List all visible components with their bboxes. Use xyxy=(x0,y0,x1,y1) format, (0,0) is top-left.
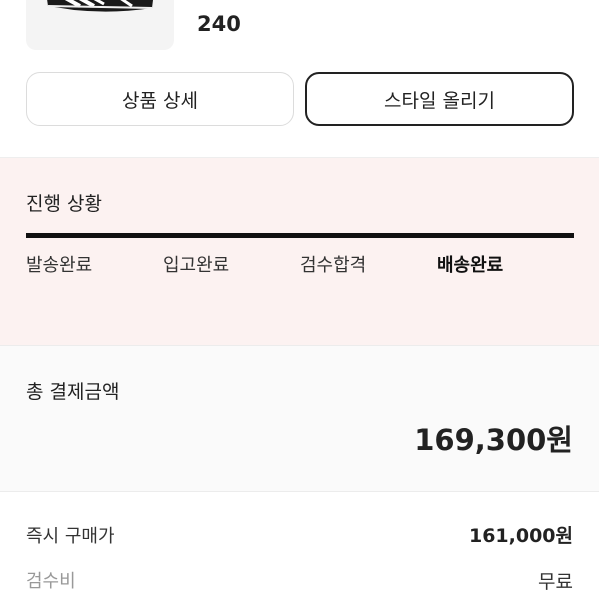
buy-price-label: 즉시 구매가 xyxy=(26,526,115,547)
sneaker-icon xyxy=(47,0,153,12)
product-size: 240 xyxy=(197,12,241,36)
progress-title: 진행 상황 xyxy=(26,193,102,215)
progress-bar xyxy=(26,233,574,238)
total-payment-section: 총 결제금액 169,300원 xyxy=(0,345,599,492)
total-payment-amount: 169,300원 xyxy=(414,423,573,457)
step-shipped: 발송완료 xyxy=(26,255,93,276)
total-payment-label: 총 결제금액 xyxy=(26,381,120,403)
progress-section: 진행 상황 발송완료 입고완료 검수합격 배송완료 xyxy=(0,158,599,345)
product-detail-button[interactable]: 상품 상세 xyxy=(26,72,294,126)
step-inspection-passed: 검수합격 xyxy=(300,255,367,276)
step-received: 입고완료 xyxy=(163,255,230,276)
step-delivered: 배송완료 xyxy=(437,255,504,276)
inspection-fee-value: 무료 xyxy=(538,571,573,593)
buy-price-value: 161,000원 xyxy=(468,525,573,547)
upload-style-button[interactable]: 스타일 올리기 xyxy=(305,72,574,126)
inspection-fee-label: 검수비 xyxy=(26,571,76,592)
product-thumbnail[interactable] xyxy=(26,0,174,50)
